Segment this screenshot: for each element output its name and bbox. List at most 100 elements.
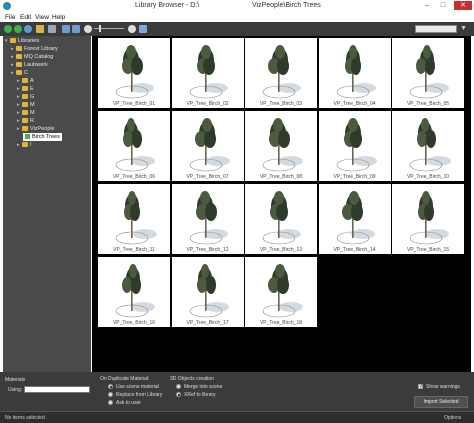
tree-item[interactable]: ▸ M [17, 101, 35, 109]
thumbnail-label: VP_Tree_Birch_14 [333, 247, 376, 253]
tree-item-label: M [30, 102, 35, 108]
tree-item[interactable]: ▸ A [17, 77, 34, 85]
close-button[interactable]: ✕ [454, 1, 472, 10]
thumbnail-label: VP_Tree_Birch_04 [333, 101, 376, 107]
thumbnail-label: VP_Tree_Birch_08 [259, 174, 303, 180]
tree-preview-image [336, 191, 375, 245]
tree-item-label: Libraries [18, 38, 40, 44]
menu-view[interactable]: View [35, 14, 49, 21]
tree-preview-image [115, 45, 154, 99]
minimize-button[interactable]: – [420, 1, 434, 10]
duplicate-title: On Duplicate Material: [100, 376, 150, 382]
tree-preview-image [409, 191, 449, 245]
thumbnail-label: VP_Tree_Birch_16 [112, 320, 156, 326]
thumbnail-item[interactable]: VP_Tree_Birch_04 [318, 38, 391, 108]
tree-item[interactable]: ▸ Forest Library [11, 45, 58, 53]
tree-item[interactable]: ▸ R [17, 117, 34, 125]
thumbnail-label: VP_Tree_Birch_18 [259, 320, 303, 326]
thumbnail-item[interactable]: VP_Tree_Birch_02 [171, 38, 244, 108]
folder-icon [16, 54, 22, 60]
thumbnail-item[interactable]: VP_Tree_Birch_12 [171, 184, 244, 254]
menu-help[interactable]: Help [52, 14, 65, 21]
thumbnail-item[interactable]: VP_Tree_Birch_15 [392, 184, 464, 254]
thumbnail-item[interactable]: VP_Tree_Birch_11 [98, 184, 170, 254]
radio-xref-to-library-label: XRef to library [184, 392, 216, 398]
menu-file[interactable]: File [5, 14, 15, 21]
tree-preview-image [336, 45, 376, 99]
using-label: Using: [8, 387, 23, 393]
tree-item[interactable]: ▸ Laubwerk [11, 61, 48, 69]
zoom-in-icon[interactable] [128, 25, 136, 33]
show-warnings-checkbox[interactable]: ✓ [418, 384, 423, 390]
radio-merge-into-scene[interactable] [176, 384, 181, 389]
thumbnail-item[interactable]: VP_Tree_Birch_17 [171, 257, 244, 327]
thumbnail-item[interactable]: VP_Tree_Birch_01 [98, 38, 170, 108]
view-icon[interactable] [48, 25, 56, 33]
tree-preview-image [115, 264, 155, 318]
tree-item[interactable]: ▸ I [17, 141, 32, 149]
grid-icon[interactable] [72, 25, 80, 33]
maximize-button[interactable]: □ [436, 1, 450, 10]
toolbar: ▼ [0, 22, 474, 36]
menu-edit[interactable]: Edit [20, 14, 31, 21]
thumbnail-item[interactable]: VP_Tree_Birch_14 [318, 184, 391, 254]
tree-preview-image [262, 118, 303, 172]
forward-icon[interactable] [14, 25, 22, 33]
tree-item-label: VizPeople [30, 126, 55, 132]
tree-item-label: M [30, 110, 35, 116]
radio-ask-to-user[interactable] [108, 400, 113, 405]
window-subtitle: VizPeople\Birch Trees [252, 2, 321, 9]
thumbnail-item[interactable]: VP_Tree_Birch_07 [171, 111, 244, 181]
back-icon[interactable] [4, 25, 12, 33]
tree-item[interactable]: ▸ MQ Catalog [11, 53, 53, 61]
thumbnail-item[interactable]: VP_Tree_Birch_09 [318, 111, 391, 181]
thumbnail-item[interactable]: VP_Tree_Birch_13 [245, 184, 317, 254]
tree-preview-image [262, 264, 303, 318]
up-icon[interactable] [24, 25, 32, 33]
using-field[interactable] [24, 386, 90, 393]
tree-item-label: MQ Catalog [24, 54, 54, 60]
refresh-icon[interactable] [36, 25, 44, 33]
thumbnail-item[interactable]: VP_Tree_Birch_05 [392, 38, 464, 108]
radio-replace-from-library[interactable] [108, 392, 113, 397]
radio-use-scene-material[interactable] [108, 384, 113, 389]
import-selected-button[interactable]: Import Selected [414, 396, 468, 408]
thumbnail-item[interactable]: VP_Tree_Birch_06 [98, 111, 170, 181]
filter-icon[interactable]: ▼ [460, 25, 467, 33]
tree-item[interactable]: ▸ E [17, 85, 34, 93]
tree-item-label: G [30, 94, 35, 100]
tree-item-label: E [30, 86, 34, 92]
thumbnail-label: VP_Tree_Birch_02 [186, 101, 229, 107]
radio-xref-to-library[interactable] [176, 392, 181, 397]
tree-item[interactable]: ▸ C [11, 69, 28, 77]
thumbnail-label: VP_Tree_Birch_10 [406, 174, 450, 180]
zoom-slider-handle[interactable] [99, 25, 101, 32]
thumbnail-item[interactable]: VP_Tree_Birch_08 [245, 111, 317, 181]
folder-icon [22, 102, 28, 108]
zoom-out-icon[interactable] [84, 25, 92, 33]
info-icon[interactable] [139, 25, 147, 33]
tree-item-label: I [30, 142, 32, 148]
radio-ask-to-user-label: Ask to user [116, 400, 142, 406]
radio-replace-from-library-label: Replace from Library [116, 392, 163, 398]
thumbnail-label: VP_Tree_Birch_07 [186, 174, 229, 180]
tree-item[interactable]: ▸ VizPeople [17, 125, 55, 133]
search-input[interactable] [415, 25, 457, 33]
thumbnail-label: VP_Tree_Birch_13 [259, 247, 303, 253]
tree-item-label: Laubwerk [24, 62, 48, 68]
thumbnail-item[interactable]: VP_Tree_Birch_03 [245, 38, 317, 108]
tree-root-libraries[interactable]: ▾ Libraries [5, 37, 39, 45]
tree-item[interactable]: ▸ G [17, 93, 34, 101]
tree-item[interactable]: ▸ M [17, 109, 35, 117]
tree-preview-image [189, 118, 230, 172]
tree-preview-image [189, 45, 228, 99]
window-title: Library Browser - D:\ [135, 2, 200, 9]
tree-item[interactable]: Birch Trees [23, 133, 62, 141]
folder-icon [22, 118, 28, 124]
options-link[interactable]: Options [444, 415, 461, 421]
thumbnail-label: VP_Tree_Birch_17 [186, 320, 229, 326]
thumbnail-item[interactable]: VP_Tree_Birch_16 [98, 257, 170, 327]
list-icon[interactable] [62, 25, 70, 33]
thumbnail-item[interactable]: VP_Tree_Birch_10 [392, 111, 464, 181]
thumbnail-item[interactable]: VP_Tree_Birch_18 [245, 257, 317, 327]
